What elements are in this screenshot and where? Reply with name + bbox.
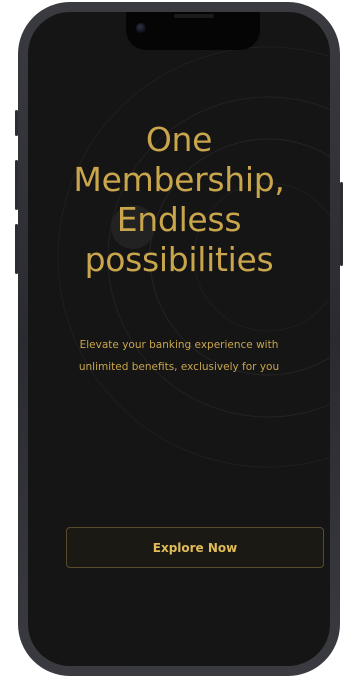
hero-title-line-4: possibilities xyxy=(84,240,274,279)
power-button xyxy=(340,182,343,266)
app-screen: One Membership, Endless possibilities El… xyxy=(28,12,330,666)
volume-down-button xyxy=(15,224,18,274)
hero-title-line-3: Endless xyxy=(116,200,242,239)
hero-subtitle-line-2: unlimited benefits, exclusively for you xyxy=(78,361,280,373)
silent-switch xyxy=(15,110,18,136)
earpiece-speaker xyxy=(174,14,214,18)
phone-frame: One Membership, Endless possibilities El… xyxy=(15,2,343,676)
volume-up-button xyxy=(15,160,18,210)
explore-now-button[interactable]: Explore Now xyxy=(66,527,324,568)
hero-subtitle: Elevate your banking experience with unl… xyxy=(28,334,330,378)
hero-title-line-2: Membership, xyxy=(73,160,285,199)
notch xyxy=(126,12,260,50)
front-camera-icon xyxy=(136,23,146,33)
hero-title: One Membership, Endless possibilities xyxy=(28,120,330,280)
hero-title-line-1: One xyxy=(145,120,213,159)
explore-now-label: Explore Now xyxy=(152,540,238,555)
hero-subtitle-line-1: Elevate your banking experience with xyxy=(79,339,279,351)
